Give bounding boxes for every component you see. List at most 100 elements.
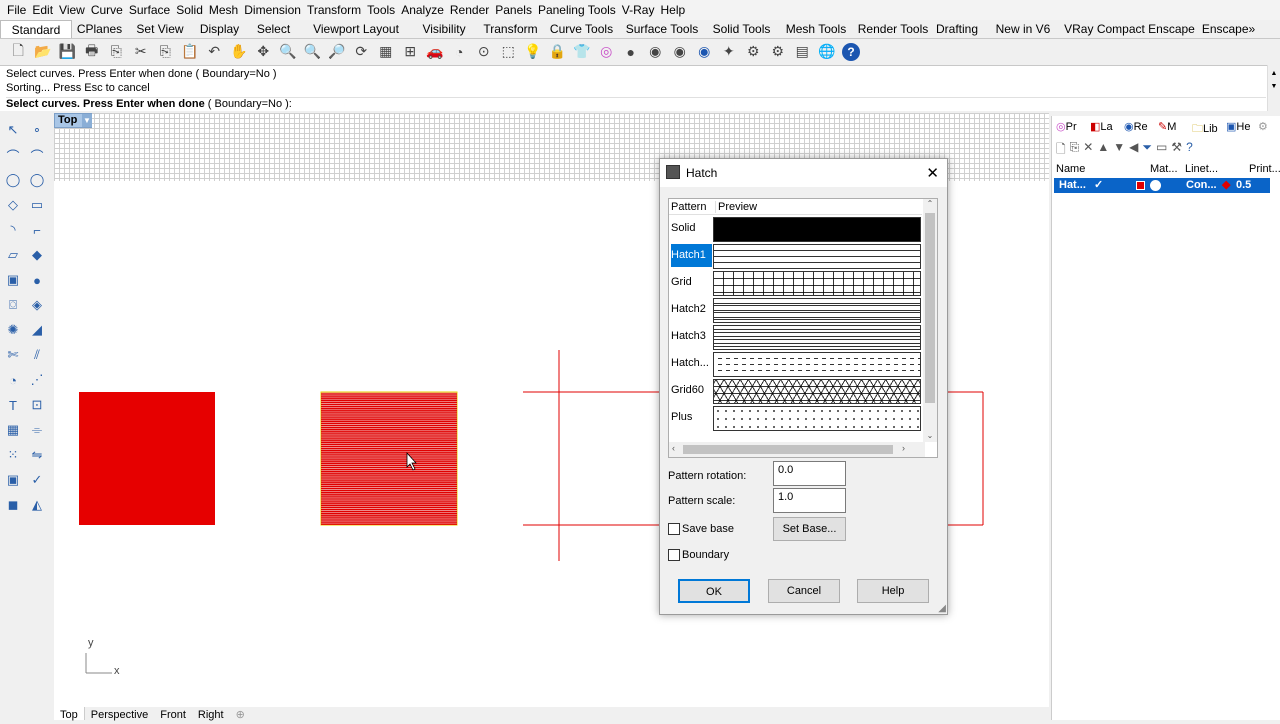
cancel-button[interactable]: Cancel: [768, 579, 840, 603]
tab-cplanes[interactable]: CPlanes: [72, 20, 127, 38]
point-tool-icon[interactable]: ∘: [26, 119, 48, 141]
shirt-icon[interactable]: 👕: [570, 41, 595, 63]
copy-icon[interactable]: ⎘: [153, 41, 178, 63]
trim-tool-icon[interactable]: ✄: [2, 344, 24, 366]
move-down-icon[interactable]: ▼: [1113, 140, 1125, 158]
tab-transform[interactable]: Transform: [477, 20, 544, 38]
add-viewport-tab-icon[interactable]: ⊕: [230, 707, 251, 721]
tab-mesh-tools[interactable]: Mesh Tools: [778, 20, 854, 38]
menu-tools[interactable]: Tools: [364, 3, 398, 17]
tab-enscape[interactable]: Enscape: [1145, 20, 1198, 38]
tab-viewport-layout[interactable]: Viewport Layout: [301, 20, 411, 38]
car-icon[interactable]: 🚗: [423, 41, 448, 63]
panel-tab-he[interactable]: ▣He: [1222, 120, 1256, 138]
pattern-name[interactable]: Plus: [671, 406, 712, 429]
four-viewports-icon[interactable]: ▦: [374, 41, 399, 63]
sphere-blue-icon[interactable]: ◉: [692, 41, 717, 63]
ok-button[interactable]: OK: [678, 579, 750, 603]
viewport-tab-perspective[interactable]: Perspective: [85, 707, 154, 721]
fillet-tool-icon[interactable]: ⌐: [26, 219, 48, 241]
dimension-tool-icon[interactable]: ⊡: [26, 394, 48, 416]
zoom-extents-icon[interactable]: 🔍: [300, 41, 325, 63]
menu-panels[interactable]: Panels: [492, 3, 535, 17]
boundary-checkbox[interactable]: [668, 549, 680, 561]
gear-icon[interactable]: ⚙: [741, 41, 766, 63]
tab-new-in-v6[interactable]: New in V6: [982, 20, 1064, 38]
rectangle-tool-icon[interactable]: ▭: [26, 194, 48, 216]
text-tool-icon[interactable]: T: [2, 394, 24, 416]
sphere-tool-icon[interactable]: ●: [26, 269, 48, 291]
rotate-view-icon[interactable]: ⟳: [349, 41, 374, 63]
layout-tool-icon[interactable]: ⌯: [26, 419, 48, 441]
check-tool-icon[interactable]: ✓: [26, 469, 48, 491]
menu-curve[interactable]: Curve: [88, 3, 126, 17]
circle-tool-icon[interactable]: ◯: [2, 169, 24, 191]
ellipse-tool-icon[interactable]: ◯: [26, 169, 48, 191]
pattern-name[interactable]: Hatch1: [671, 244, 712, 267]
panel-tab-lib[interactable]: 🗀Lib: [1188, 120, 1222, 138]
undo-icon[interactable]: ↶: [202, 41, 227, 63]
move-icon[interactable]: ✥: [251, 41, 276, 63]
hatch-tool-icon[interactable]: ▦: [2, 419, 24, 441]
print-color-icon[interactable]: ◆: [1222, 178, 1230, 191]
close-icon[interactable]: ✕: [926, 164, 939, 182]
menu-surface[interactable]: Surface: [126, 3, 173, 17]
polygon-tool-icon[interactable]: ◇: [2, 194, 24, 216]
render-mesh-tool-icon[interactable]: ◭: [26, 494, 48, 516]
vertical-scrollbar[interactable]: ⌃ ⌄: [923, 199, 937, 442]
menu-file[interactable]: File: [4, 3, 29, 17]
delete-icon[interactable]: ✕: [1083, 140, 1093, 158]
tools-icon[interactable]: ⚒: [1171, 140, 1182, 158]
new-layer-icon[interactable]: 🗋: [1056, 140, 1066, 158]
pattern-name[interactable]: Grid60: [671, 379, 712, 402]
solid-hatch-square[interactable]: [79, 392, 215, 525]
menu-mesh[interactable]: Mesh: [206, 3, 241, 17]
move-up-icon[interactable]: ▲: [1097, 140, 1109, 158]
filter-icon[interactable]: ⏷: [1142, 140, 1152, 158]
move-left-icon[interactable]: ◀: [1129, 140, 1138, 158]
pipe-tool-icon[interactable]: ⌼: [2, 294, 24, 316]
open-file-icon[interactable]: 📂: [31, 41, 56, 63]
tab-standard[interactable]: Standard: [0, 20, 72, 38]
grid-snap-icon[interactable]: ⊞: [398, 41, 423, 63]
viewport-menu-icon[interactable]: ▼: [82, 114, 92, 127]
pattern-row[interactable]: Hatch...: [669, 350, 922, 377]
pattern-rotation-input[interactable]: 0.0: [773, 461, 846, 486]
arc-tool-icon[interactable]: ◝: [2, 219, 24, 241]
pattern-name[interactable]: Hatch2: [671, 298, 712, 321]
menu-dimension[interactable]: Dimension: [241, 3, 304, 17]
panel-tab-re[interactable]: ◉Re: [1120, 120, 1154, 138]
panel-tab-m[interactable]: ✎M: [1154, 120, 1188, 138]
resize-grip-icon[interactable]: ◢: [938, 603, 946, 614]
save-base-checkbox[interactable]: [668, 523, 680, 535]
menu-view[interactable]: View: [56, 3, 88, 17]
pattern-row[interactable]: Hatch1: [669, 242, 922, 269]
help-icon[interactable]: ?: [842, 42, 860, 61]
scroll-up-icon[interactable]: ⌃: [923, 199, 937, 208]
set-base-button[interactable]: Set Base...: [773, 517, 846, 541]
save-base-label[interactable]: Save base: [682, 523, 734, 535]
command-prompt-options[interactable]: ( Boundary=No ):: [208, 98, 292, 110]
tab-visibility[interactable]: Visibility: [411, 20, 477, 38]
pattern-icon[interactable]: ▤: [790, 41, 815, 63]
array-tool-icon[interactable]: ⁙: [2, 444, 24, 466]
column-header-mat[interactable]: Mat...: [1150, 163, 1178, 175]
pattern-name[interactable]: Hatch...: [671, 352, 712, 375]
new-file-icon[interactable]: 🗋: [6, 41, 31, 63]
document-icon[interactable]: ▭: [1156, 140, 1167, 158]
tab-vray-compact[interactable]: VRay Compact: [1064, 20, 1145, 38]
polyline-tool-icon[interactable]: ⌒: [2, 144, 24, 166]
explode-tool-icon[interactable]: ✺: [2, 319, 24, 341]
cut-icon[interactable]: ✂: [129, 41, 154, 63]
rotate-3d-tool-icon[interactable]: ◔: [2, 369, 24, 391]
transform-icon[interactable]: ⬚: [496, 41, 521, 63]
pattern-scale-input[interactable]: 1.0: [773, 488, 846, 513]
paste-icon[interactable]: 📋: [178, 41, 203, 63]
pattern-row[interactable]: Grid: [669, 269, 922, 296]
layer-color-swatch[interactable]: [1136, 181, 1145, 190]
tab-drafting[interactable]: Drafting: [932, 20, 982, 38]
help-icon[interactable]: ?: [1186, 140, 1193, 158]
column-header-preview[interactable]: Preview: [715, 201, 757, 213]
panel-tab-la[interactable]: ◧La: [1086, 120, 1120, 138]
settings-icon[interactable]: ⚙: [766, 41, 791, 63]
